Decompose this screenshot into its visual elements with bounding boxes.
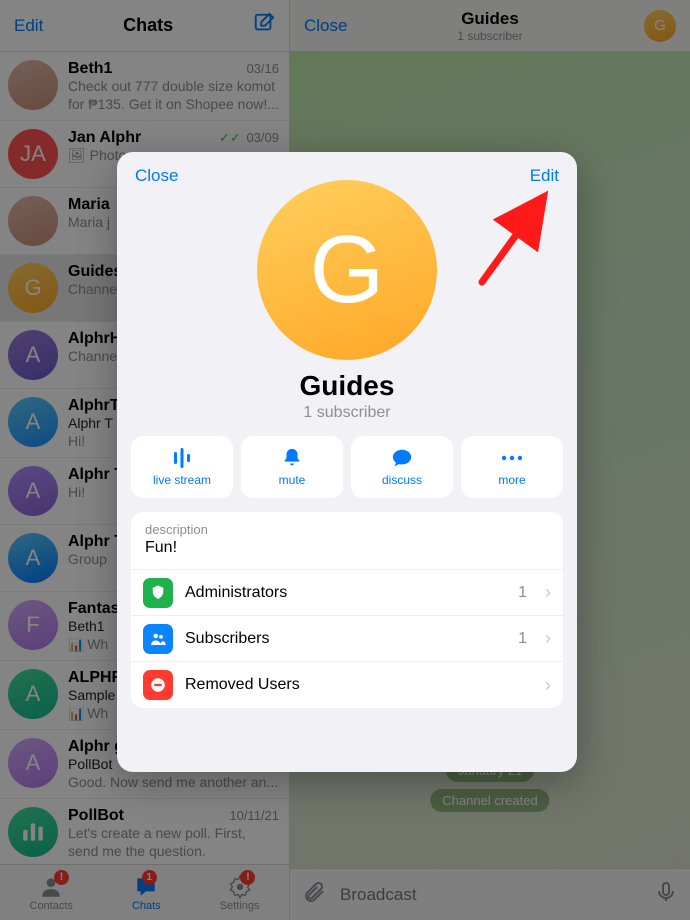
row-count: 1 xyxy=(518,584,527,602)
more-icon xyxy=(500,447,524,469)
channel-avatar-large[interactable]: G xyxy=(257,180,437,360)
row-label: Administrators xyxy=(185,584,506,602)
settings-row-removed-users[interactable]: Removed Users › xyxy=(131,662,563,708)
chevron-right-icon: › xyxy=(545,675,551,696)
channel-subscribers: 1 subscriber xyxy=(303,404,390,422)
people-icon xyxy=(143,624,173,654)
action-label: mute xyxy=(279,473,306,487)
row-label: Subscribers xyxy=(185,630,506,648)
description-value: Fun! xyxy=(145,539,549,557)
discuss-button[interactable]: discuss xyxy=(351,436,453,498)
row-label: Removed Users xyxy=(185,676,515,694)
description-label: description xyxy=(145,522,549,537)
more-button[interactable]: more xyxy=(461,436,563,498)
action-label: more xyxy=(498,473,525,487)
mute-button[interactable]: mute xyxy=(241,436,343,498)
channel-name: Guides xyxy=(300,370,395,402)
chat-bubble-icon xyxy=(391,447,413,469)
removed-icon xyxy=(143,670,173,700)
shield-icon xyxy=(143,578,173,608)
description-cell: description Fun! xyxy=(131,512,563,570)
settings-row-administrators[interactable]: Administrators 1 › xyxy=(131,570,563,616)
bell-icon xyxy=(281,447,303,469)
row-count: 1 xyxy=(518,630,527,648)
settings-row-subscribers[interactable]: Subscribers 1 › xyxy=(131,616,563,662)
live-stream-button[interactable]: live stream xyxy=(131,436,233,498)
channel-info-modal: Close Edit G Guides 1 subscriber live st… xyxy=(117,152,577,772)
chevron-right-icon: › xyxy=(545,582,551,603)
chevron-right-icon: › xyxy=(545,628,551,649)
action-label: live stream xyxy=(153,473,211,487)
live-stream-icon xyxy=(170,447,194,469)
action-label: discuss xyxy=(382,473,422,487)
